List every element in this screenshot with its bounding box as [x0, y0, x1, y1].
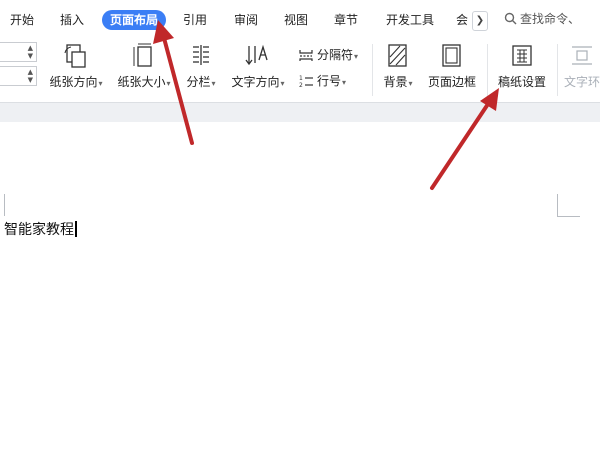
tab-insert[interactable]: 插入: [60, 10, 84, 30]
menu-bar: 开始 插入 页面布局 引用 审阅 视图 章节 开发工具 会 ❯ 查找命令、: [0, 0, 600, 38]
chevron-right-icon: ❯: [475, 15, 485, 26]
dropdown-caret-icon: ▾: [280, 79, 285, 88]
spinner-arrows-icon: ▲ ▼: [27, 44, 33, 60]
page-border-button[interactable]: 页面边框: [424, 43, 480, 90]
document-page[interactable]: 智能家教程: [0, 122, 600, 450]
svg-text:1: 1: [299, 75, 303, 82]
manuscript-settings-label: 稿纸设置: [497, 75, 546, 89]
text-wrap-button[interactable]: 文字环: [564, 43, 600, 90]
dropdown-caret-icon: ▾: [98, 79, 103, 88]
svg-text:2: 2: [299, 82, 303, 88]
ribbon-divider: [487, 44, 488, 96]
manuscript-grid-icon: [512, 45, 532, 66]
crop-mark-right: [557, 194, 580, 217]
text-cursor: [75, 221, 77, 237]
line-number-button[interactable]: 1 2 行号▾: [298, 72, 346, 89]
tab-review[interactable]: 审阅: [234, 10, 258, 30]
margin-spinner-bottom[interactable]: ▲ ▼: [0, 66, 37, 86]
columns-label: 分栏: [186, 75, 211, 89]
paper-orientation-label: 纸张方向: [49, 75, 98, 89]
orientation-icon: [64, 44, 86, 68]
tab-chapter[interactable]: 章节: [334, 10, 358, 30]
command-search[interactable]: 查找命令、: [504, 10, 580, 27]
text-direction-label: 文字方向: [231, 75, 280, 89]
separator-label: 分隔符: [317, 48, 354, 62]
dropdown-caret-icon: ▾: [211, 79, 216, 88]
search-placeholder: 查找命令、: [520, 12, 581, 26]
paper-orientation-button[interactable]: 纸张方向▾: [46, 43, 106, 90]
text-direction-button[interactable]: 文字方向▾: [228, 43, 288, 90]
page-gutter: [0, 102, 600, 123]
paper-size-button[interactable]: 纸张大小▾: [114, 43, 174, 90]
spinner-arrows-icon: ▲ ▼: [27, 68, 33, 84]
ribbon-divider: [372, 44, 373, 96]
tab-references[interactable]: 引用: [183, 10, 207, 30]
document-body[interactable]: 智能家教程: [4, 219, 77, 239]
document-text: 智能家教程: [4, 222, 74, 238]
crop-mark-left: [0, 194, 5, 216]
dropdown-caret-icon: ▾: [166, 79, 171, 88]
text-wrap-icon: [572, 46, 592, 65]
tab-member[interactable]: 会: [456, 10, 468, 30]
text-direction-icon: [245, 44, 268, 66]
ribbon-page-layout: ▲ ▼ ▲ ▼ 纸张方向▾ 纸张大小▾ 分栏▾ 文字方向▾ 分隔符▾ 1 2 行…: [0, 38, 600, 136]
dropdown-caret-icon: ▾: [342, 78, 347, 87]
columns-icon: [193, 45, 209, 65]
paper-size-label: 纸张大小: [117, 75, 166, 89]
line-number-label: 行号: [317, 74, 342, 88]
tab-home[interactable]: 开始: [10, 10, 34, 30]
dropdown-caret-icon: ▾: [354, 52, 359, 61]
dropdown-caret-icon: ▾: [408, 79, 413, 88]
tab-view[interactable]: 视图: [284, 10, 308, 30]
line-number-icon: 12: [299, 75, 313, 89]
ribbon-divider: [557, 44, 558, 96]
tabs-scroll-right-button[interactable]: ❯: [472, 11, 488, 31]
tab-page-layout[interactable]: 页面布局: [102, 10, 167, 30]
columns-button[interactable]: 分栏▾: [182, 43, 220, 90]
separator-icon: [299, 50, 313, 61]
search-icon: [504, 12, 517, 25]
page-border-icon: [442, 44, 461, 67]
paper-size-icon: [133, 43, 152, 67]
background-label: 背景: [383, 75, 408, 89]
manuscript-settings-button[interactable]: 稿纸设置: [494, 43, 550, 90]
tab-developer[interactable]: 开发工具: [386, 10, 434, 30]
background-button[interactable]: 背景▾: [380, 43, 416, 90]
separator-button[interactable]: 分隔符▾: [298, 46, 358, 63]
background-icon: [388, 44, 407, 67]
text-wrap-label: 文字环: [564, 75, 600, 89]
margin-spinner-top[interactable]: ▲ ▼: [0, 42, 37, 62]
page-border-label: 页面边框: [427, 75, 476, 89]
